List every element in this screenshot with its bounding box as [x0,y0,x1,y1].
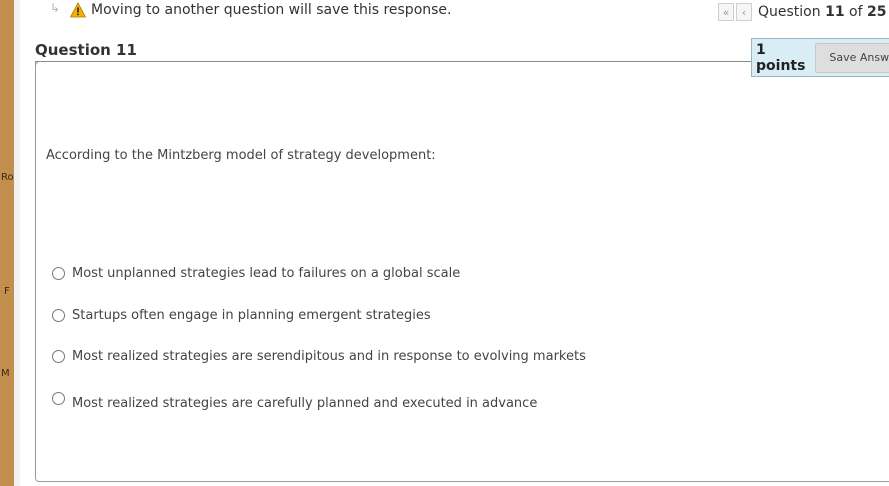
answer-radio[interactable] [52,309,65,322]
question-navigation: « ‹ Question 11 of 25 › [718,2,889,22]
answer-option[interactable]: Most unplanned strategies lead to failur… [52,266,460,281]
warning-icon [70,2,86,18]
question-title: Question 11 [35,41,137,59]
arrow-return-icon: ↳ [50,1,61,15]
previous-question-button[interactable]: ‹ [736,3,752,21]
question-current: 11 [825,4,845,20]
side-strip-letter: F [4,286,10,297]
answer-option-label[interactable]: Startups often engage in planning emerge… [72,308,431,323]
answer-radio[interactable] [52,392,65,405]
side-strip-letter: Ro [1,172,14,183]
warning-text: Moving to another question will save thi… [91,2,452,18]
question-card-corner [35,61,41,71]
points-box: 1 points Save Answer [751,38,889,77]
question-counter-prefix: Question [758,4,821,20]
side-gap [14,0,20,486]
question-counter-of: of [849,4,863,20]
save-warning: ↳ Moving to another question will save t… [50,0,452,20]
answer-option[interactable]: Most realized strategies are carefully p… [52,392,537,411]
question-divider [35,61,751,62]
answer-option-label[interactable]: Most realized strategies are carefully p… [72,396,537,411]
question-total: 25 [866,4,887,20]
answer-option[interactable]: Startups often engage in planning emerge… [52,308,431,323]
side-strip: Ro F M [0,0,14,486]
first-question-button[interactable]: « [718,3,734,21]
side-strip-letter: M [1,368,10,379]
save-answer-button[interactable]: Save Answer [815,42,889,73]
answer-radio[interactable] [52,350,65,363]
points-label: 1 points [756,41,806,74]
answer-option[interactable]: Most realized strategies are serendipito… [52,349,586,364]
question-prompt: According to the Mintzberg model of stra… [46,148,436,163]
answer-radio[interactable] [52,267,65,280]
answer-option-label[interactable]: Most unplanned strategies lead to failur… [72,266,460,281]
answer-option-label[interactable]: Most realized strategies are serendipito… [72,349,586,364]
question-counter: Question 11 of 25 [758,4,886,20]
